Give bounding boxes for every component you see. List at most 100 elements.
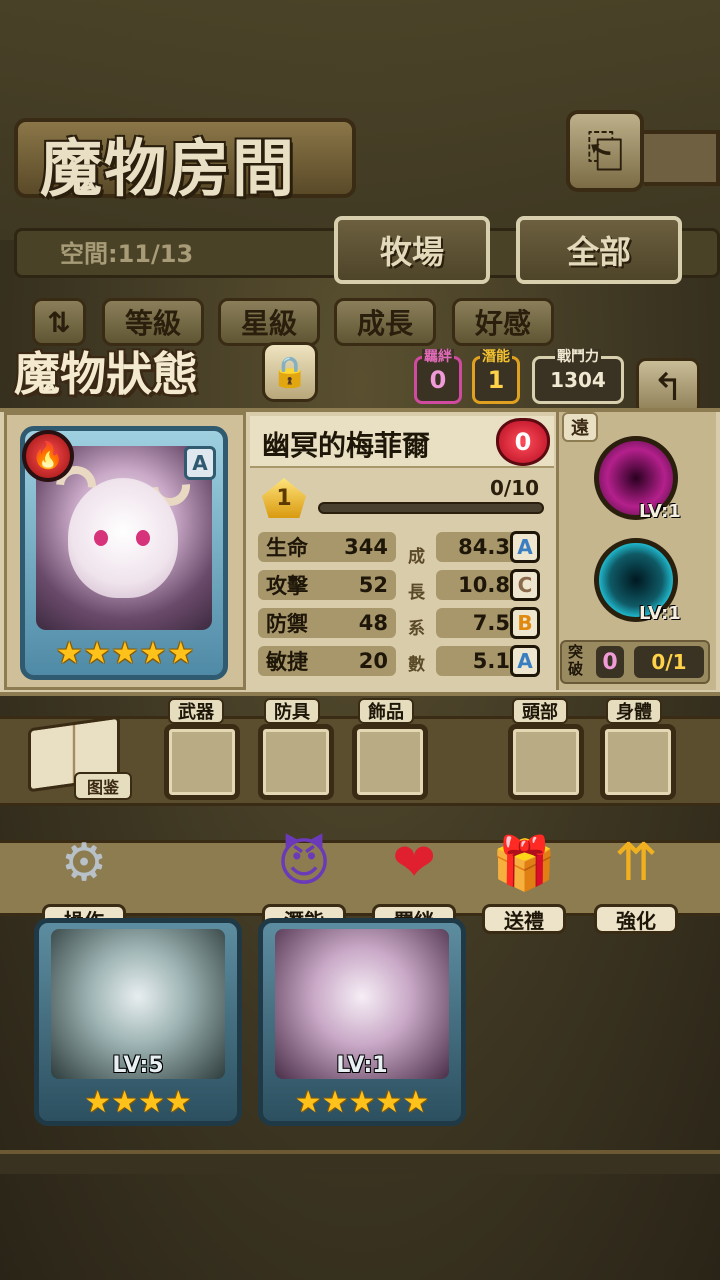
equip-slot-armor[interactable]: [258, 724, 334, 800]
equip-label-head: 頭部: [512, 698, 568, 724]
growth-char: 數: [408, 655, 425, 675]
equip-slot-body[interactable]: [600, 724, 676, 800]
eye-right: [136, 530, 150, 546]
stat-grade: C: [510, 569, 540, 601]
growth-char: 長: [408, 583, 425, 603]
stat-value: 48: [358, 611, 388, 635]
skill-slot-2[interactable]: LV:1: [594, 538, 681, 624]
back-button[interactable]: ⎗: [566, 110, 644, 192]
action-gift-button[interactable]: 🎁 送禮: [478, 826, 570, 936]
star-icon: ★: [111, 636, 139, 671]
star-icon: ★: [139, 636, 167, 671]
roster-card[interactable]: LV:1 ★★★★★: [258, 918, 466, 1126]
power-value: 1304: [550, 368, 606, 392]
star-icon: ★: [167, 636, 195, 671]
skill-slot-1[interactable]: LV:1: [594, 436, 681, 522]
stat-growth: 5.1: [472, 649, 510, 673]
break-box: 突破 0 0/1: [560, 640, 710, 684]
stat-label: 攻擊: [266, 574, 308, 598]
equip-slot-accessory[interactable]: [352, 724, 428, 800]
stat-growth: 84.3: [458, 535, 510, 559]
roster-level: LV:1: [336, 1053, 388, 1078]
sort-growth-button[interactable]: 成長: [334, 298, 436, 346]
stat-row-defense: 防禦 48 7.5 B: [258, 607, 554, 639]
demon-icon: 😈: [276, 833, 332, 893]
stat-label: 敏捷: [266, 650, 308, 674]
skill-level: LV:1: [639, 501, 681, 522]
equip-label-accessory: 飾品: [358, 698, 414, 724]
power-badge: 戰鬥力 1304: [532, 349, 624, 404]
bond-label: 羈絆: [422, 349, 454, 365]
status-title: 魔物狀態: [14, 347, 198, 401]
break-label: 突破: [568, 643, 584, 678]
break-value: 0: [596, 646, 624, 678]
back-button-tail: [644, 130, 720, 186]
eye-left: [94, 530, 108, 546]
bond-badge: 羈絆 0: [414, 349, 462, 404]
equip-label-body: 身體: [606, 698, 662, 724]
star-rating: ★ ★ ★ ★ ★: [55, 636, 195, 674]
equip-label-armor: 防具: [264, 698, 320, 724]
roster-stars: ★★★★: [84, 1085, 192, 1120]
stat-grade: A: [510, 645, 540, 677]
stat-value: 344: [344, 535, 388, 559]
return-arrow-icon: ⎗: [586, 123, 624, 177]
bond-value: 0: [429, 366, 447, 394]
stat-growth: 7.5: [472, 611, 510, 635]
sort-affection-button[interactable]: 好感: [452, 298, 554, 346]
space-counter: 空間:11/13: [60, 240, 194, 268]
hearts-icon: ❤: [392, 833, 436, 893]
sort-star-button[interactable]: 星級: [218, 298, 320, 346]
level-value: 1: [276, 485, 292, 511]
equip-slot-weapon[interactable]: [164, 724, 240, 800]
sort-order-icon: ⇅: [47, 305, 71, 339]
action-label: 強化: [594, 904, 678, 934]
stat-value: 20: [358, 649, 388, 673]
star-icon: ★: [83, 636, 111, 671]
return-arrow-icon: ↰: [652, 365, 684, 409]
lock-button[interactable]: 🔒: [262, 342, 318, 402]
growth-char: 系: [408, 619, 425, 639]
range-tag: 遠: [562, 412, 598, 442]
sort-level-label: 等級: [124, 307, 181, 340]
monster-name: 幽冥的梅菲爾: [262, 429, 431, 462]
stat-row-hp: 生命 344 84.3 A: [258, 531, 554, 563]
potential-value: 1: [487, 366, 505, 394]
page-title: 魔物房間: [40, 132, 297, 205]
equip-label-weapon: 武器: [168, 698, 224, 724]
equip-slot-head[interactable]: [508, 724, 584, 800]
lock-icon: 🔒: [271, 354, 309, 390]
exp-bar: [318, 502, 544, 514]
roster-card[interactable]: LV:5 ★★★★: [34, 918, 242, 1126]
sort-affection-label: 好感: [474, 307, 531, 340]
stat-row-attack: 攻擊 52 10.8 C: [258, 569, 554, 601]
rank-badge: A: [184, 446, 216, 480]
stat-row-agility: 敏捷 20 5.1 A: [258, 645, 554, 677]
affection-value: 0: [514, 428, 532, 456]
tab-all[interactable]: 全部: [516, 216, 682, 284]
tab-ranch-label: 牧場: [379, 233, 444, 271]
upgrade-arrows-icon: ⇈: [614, 833, 658, 893]
stat-label: 防禦: [266, 612, 308, 636]
encyclopedia-label: 图鉴: [74, 772, 132, 800]
skill-level: LV:1: [639, 603, 681, 624]
gear-icon: ⚙: [60, 833, 108, 893]
stat-value: 52: [358, 573, 388, 597]
action-label: 送禮: [482, 904, 566, 934]
tab-all-label: 全部: [566, 233, 631, 271]
break-progress: 0/1: [634, 646, 704, 678]
stat-label: 生命: [266, 536, 308, 560]
tab-ranch[interactable]: 牧場: [334, 216, 490, 284]
fire-element-icon: 🔥: [22, 430, 74, 482]
stat-grade: B: [510, 607, 540, 639]
monster-face: [68, 478, 178, 598]
roster-level: LV:5: [112, 1053, 164, 1078]
stat-growth: 10.8: [458, 573, 510, 597]
stat-grade: A: [510, 531, 540, 563]
star-icon: ★: [55, 636, 83, 671]
action-upgrade-button[interactable]: ⇈ 強化: [590, 826, 682, 936]
power-label: 戰鬥力: [555, 349, 601, 365]
sort-growth-label: 成長: [356, 307, 413, 340]
affection-heart: 0: [496, 418, 550, 466]
sort-star-label: 星級: [240, 307, 297, 340]
